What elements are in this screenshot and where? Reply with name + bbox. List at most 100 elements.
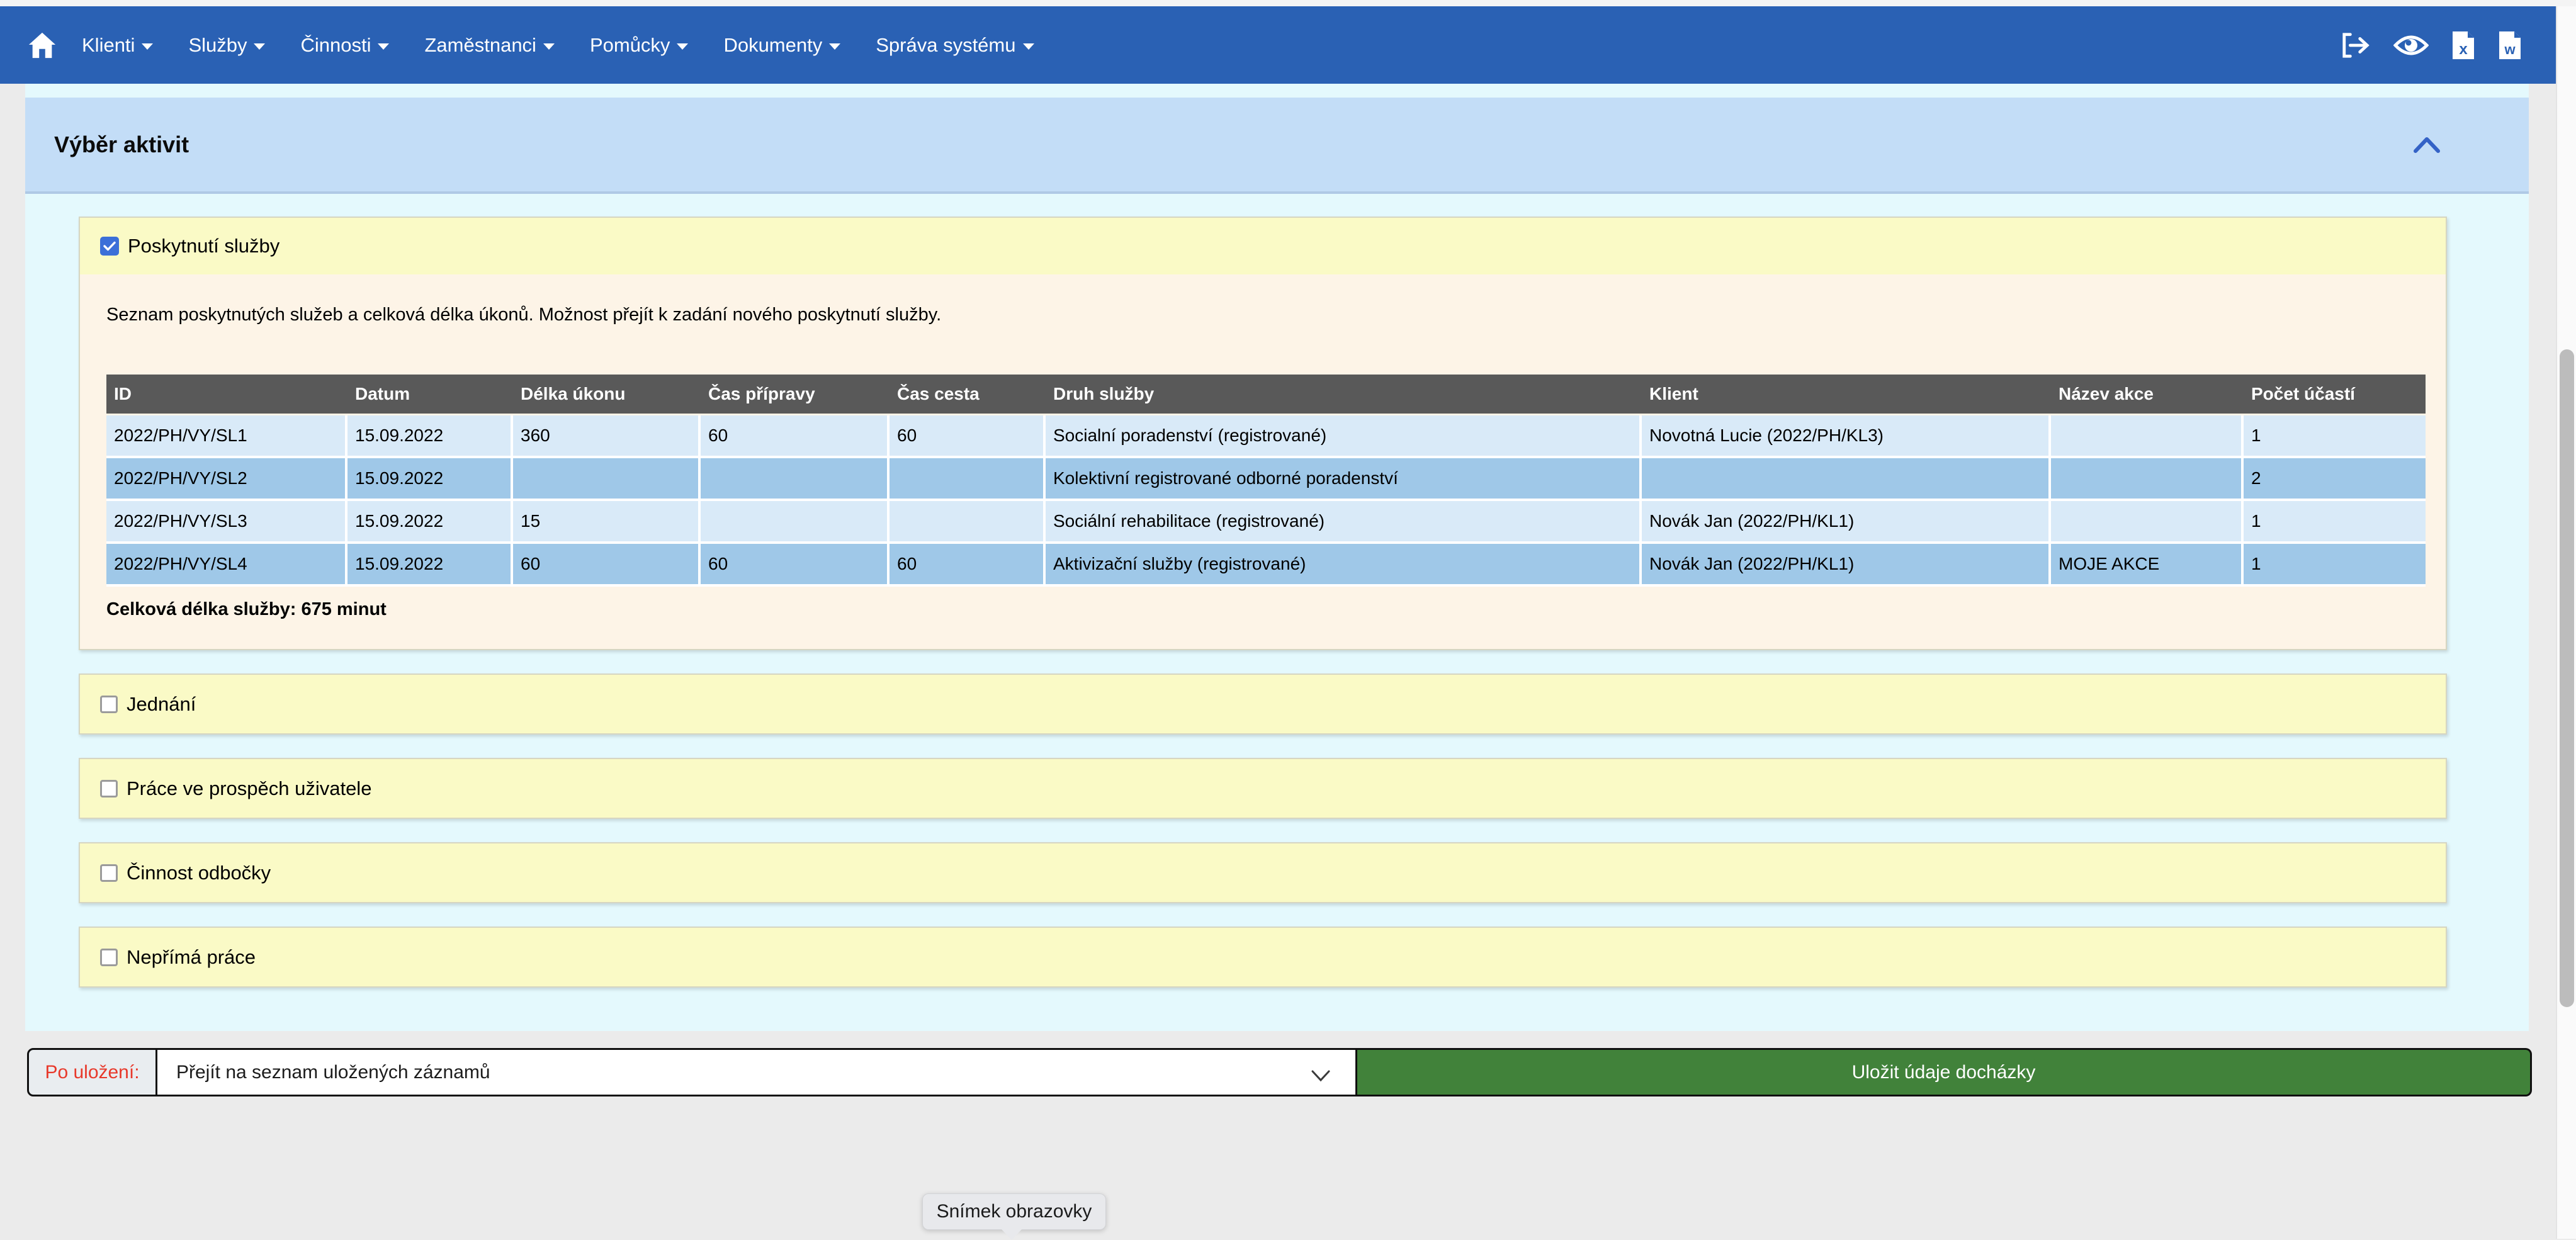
nav-item-label: Činnosti <box>300 34 371 57</box>
panel-label[interactable]: Práce ve prospěch uživatele <box>127 777 371 800</box>
caret-down-icon <box>142 43 153 50</box>
panel-neprima-prace-header: Nepřímá práce <box>80 928 2446 986</box>
cell-id: 2022/PH/VY/SL2 <box>106 458 347 501</box>
cell-datum: 15.09.2022 <box>347 415 513 458</box>
cell-cas-cesta <box>890 501 1046 544</box>
total-duration-text: Celková délka služby: 675 minut <box>106 599 2433 620</box>
cell-delka <box>513 458 701 501</box>
main-menu: Klienti Služby Činnosti Zaměstnanci Pomů… <box>82 34 1034 57</box>
cell-delka: 15 <box>513 501 701 544</box>
nav-item-sprava-systemu[interactable]: Správa systému <box>876 34 1034 57</box>
cell-datum: 15.09.2022 <box>347 501 513 544</box>
cell-datum: 15.09.2022 <box>347 544 513 587</box>
panel-label[interactable]: Poskytnutí služby <box>128 235 280 257</box>
cell-nazev-akce: MOJE AKCE <box>2051 544 2244 587</box>
col-header: Délka úkonu <box>513 375 701 415</box>
table-row[interactable]: 2022/PH/VY/SL2 15.09.2022 Kolektivní reg… <box>106 458 2426 501</box>
nav-item-sluzby[interactable]: Služby <box>188 34 265 57</box>
nav-item-label: Klienti <box>82 34 135 57</box>
cell-cas-pripravy <box>701 458 890 501</box>
word-export-icon[interactable]: w <box>2498 30 2522 60</box>
cell-cas-pripravy: 60 <box>701 415 890 458</box>
col-header: ID <box>106 375 347 415</box>
cell-nazev-akce <box>2051 415 2244 458</box>
panel-label[interactable]: Činnost odbočky <box>127 862 271 884</box>
navbar-icon-group: x w <box>2341 30 2528 60</box>
services-table: ID Datum Délka úkonu Čas přípravy Čas ce… <box>106 375 2426 587</box>
panel-description: Seznam poskytnutých služeb a celková dél… <box>106 305 2433 325</box>
cell-id: 2022/PH/VY/SL1 <box>106 415 347 458</box>
cell-cas-cesta: 60 <box>890 415 1046 458</box>
tooltip-arrow <box>1001 1229 1022 1240</box>
nav-item-zamestnanci[interactable]: Zaměstnanci <box>424 34 554 57</box>
checkbox-jednani[interactable] <box>100 696 118 713</box>
caret-down-icon <box>378 43 389 50</box>
nav-item-label: Pomůcky <box>590 34 670 57</box>
nav-item-label: Dokumenty <box>723 34 822 57</box>
panel-cinnost-odbocky-header: Činnost odbočky <box>80 843 2446 902</box>
nav-item-dokumenty[interactable]: Dokumenty <box>723 34 840 57</box>
save-attendance-button[interactable]: Uložit údaje docházky <box>1357 1048 2532 1096</box>
screenshot-tooltip-text: Snímek obrazovky <box>937 1201 1092 1222</box>
table-header-row: ID Datum Délka úkonu Čas přípravy Čas ce… <box>106 375 2426 415</box>
cell-druh-sluzby: Sociální rehabilitace (registrované) <box>1046 501 1642 544</box>
scrollbar[interactable] <box>2556 6 2576 1239</box>
collapse-chevron-up-icon[interactable] <box>2413 136 2441 154</box>
nav-item-cinnosti[interactable]: Činnosti <box>300 34 389 57</box>
col-header: Počet účastí <box>2244 375 2426 415</box>
cell-nazev-akce <box>2051 458 2244 501</box>
panel-label[interactable]: Jednání <box>127 693 196 716</box>
logout-icon[interactable] <box>2341 31 2371 60</box>
nav-item-label: Služby <box>188 34 247 57</box>
page-title: Výběr aktivit <box>54 132 189 158</box>
panel-jednani: Jednání <box>79 674 2447 735</box>
home-icon[interactable] <box>28 31 57 60</box>
caret-down-icon <box>677 43 688 50</box>
panel-poskytnuti-sluzby: Poskytnutí služby Seznam poskytnutých sl… <box>79 217 2447 650</box>
cell-klient: Novák Jan (2022/PH/KL1) <box>1642 544 2051 587</box>
svg-text:w: w <box>2504 42 2516 57</box>
checkbox-poskytnuti-sluzby[interactable] <box>100 237 119 256</box>
panel-neprima-prace: Nepřímá práce <box>79 927 2447 988</box>
scrollbar-thumb[interactable] <box>2560 349 2574 1007</box>
panel-poskytnuti-sluzby-body: Seznam poskytnutých služeb a celková dél… <box>80 274 2446 649</box>
col-header: Název akce <box>2051 375 2244 415</box>
caret-down-icon <box>254 43 265 50</box>
cell-pocet-ucasti: 1 <box>2244 501 2426 544</box>
cell-pocet-ucasti: 1 <box>2244 415 2426 458</box>
nav-item-label: Zaměstnanci <box>424 34 536 57</box>
nav-item-klienti[interactable]: Klienti <box>82 34 153 57</box>
cell-nazev-akce <box>2051 501 2244 544</box>
nav-item-pomucky[interactable]: Pomůcky <box>590 34 688 57</box>
cell-druh-sluzby: Aktivizační služby (registrované) <box>1046 544 1642 587</box>
table-row[interactable]: 2022/PH/VY/SL1 15.09.2022 360 60 60 Soci… <box>106 415 2426 458</box>
col-header: Čas cesta <box>890 375 1046 415</box>
col-header: Čas přípravy <box>701 375 890 415</box>
cell-pocet-ucasti: 2 <box>2244 458 2426 501</box>
eye-icon[interactable] <box>2393 33 2429 58</box>
cell-cas-cesta: 60 <box>890 544 1046 587</box>
after-save-select[interactable]: Přejít na seznam uložených záznamů <box>157 1048 1357 1096</box>
checkbox-cinnost-odbocky[interactable] <box>100 864 118 882</box>
col-header: Datum <box>347 375 513 415</box>
excel-export-icon[interactable]: x <box>2451 30 2475 60</box>
checkbox-neprima-prace[interactable] <box>100 949 118 966</box>
chevron-down-icon <box>1310 1066 1331 1088</box>
nav-item-label: Správa systému <box>876 34 1015 57</box>
section-header-vyber-aktivit[interactable]: Výběr aktivit <box>25 98 2529 194</box>
cell-delka: 360 <box>513 415 701 458</box>
screenshot-tooltip: Snímek obrazovky <box>922 1193 1106 1230</box>
cell-cas-cesta <box>890 458 1046 501</box>
table-row[interactable]: 2022/PH/VY/SL4 15.09.2022 60 60 60 Aktiv… <box>106 544 2426 587</box>
cell-klient: Novotná Lucie (2022/PH/KL3) <box>1642 415 2051 458</box>
panel-label[interactable]: Nepřímá práce <box>127 946 256 969</box>
caret-down-icon <box>543 43 555 50</box>
caret-down-icon <box>829 43 840 50</box>
cell-cas-pripravy <box>701 501 890 544</box>
save-footer-bar: Po uložení: Přejít na seznam uložených z… <box>27 1048 2532 1096</box>
after-save-label: Po uložení: <box>27 1048 157 1096</box>
table-row[interactable]: 2022/PH/VY/SL3 15.09.2022 15 Sociální re… <box>106 501 2426 544</box>
checkbox-prace-ve-prospech[interactable] <box>100 780 118 798</box>
panel-jednani-header: Jednání <box>80 675 2446 733</box>
cell-pocet-ucasti: 1 <box>2244 544 2426 587</box>
